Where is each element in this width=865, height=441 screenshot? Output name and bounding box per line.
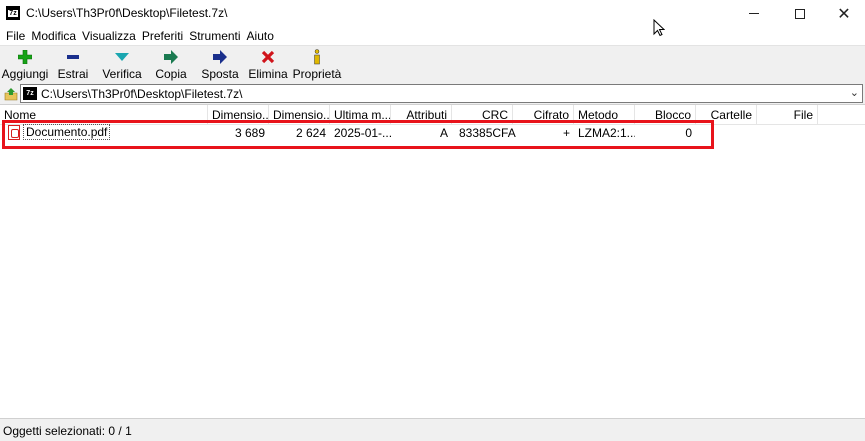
move-arrow-icon — [212, 48, 228, 66]
address-path: C:\Users\Th3Pr0f\Desktop\Filetest.7z\ — [41, 86, 243, 101]
mouse-cursor-icon — [653, 18, 666, 40]
status-text: Oggetti selezionati: 0 / 1 — [3, 424, 132, 438]
chevron-down-icon[interactable]: ⌄ — [850, 86, 859, 99]
menu-bar: File Modifica Visualizza Preferiti Strum… — [0, 27, 865, 45]
app-7zip-icon: 7z — [6, 6, 20, 20]
move-label: Sposta — [201, 67, 239, 81]
copy-arrow-icon — [163, 48, 179, 66]
properties-button[interactable]: Proprietà — [293, 48, 341, 82]
archive-7z-icon: 7z — [23, 87, 37, 100]
delete-x-icon — [261, 48, 275, 66]
extract-label: Estrai — [57, 67, 89, 81]
window-title: C:\Users\Th3Pr0f\Desktop\Filetest.7z\ — [26, 6, 228, 20]
minimize-button[interactable] — [731, 0, 777, 27]
move-button[interactable]: Sposta — [200, 48, 240, 82]
toolbar: Aggiungi Estrai Verifica Copia Sposta El… — [0, 45, 865, 83]
maximize-button[interactable] — [777, 0, 823, 27]
col-files[interactable]: File — [757, 105, 818, 125]
minimize-icon — [749, 13, 759, 14]
add-button[interactable]: Aggiungi — [2, 48, 48, 82]
plus-icon — [18, 48, 32, 66]
title-bar: 7z C:\Users\Th3Pr0f\Desktop\Filetest.7z\… — [0, 0, 865, 27]
status-bar: Oggetti selezionati: 0 / 1 — [0, 418, 865, 441]
menu-file[interactable]: File — [3, 29, 28, 43]
highlight-box — [2, 120, 714, 149]
address-input[interactable]: 7z C:\Users\Th3Pr0f\Desktop\Filetest.7z\… — [20, 84, 863, 103]
add-label: Aggiungi — [1, 67, 49, 81]
copy-button[interactable]: Copia — [154, 48, 188, 82]
extract-button[interactable]: Estrai — [57, 48, 89, 82]
copy-label: Copia — [155, 67, 187, 81]
menu-tools[interactable]: Strumenti — [186, 29, 243, 43]
menu-edit[interactable]: Modifica — [28, 29, 79, 43]
minus-icon — [66, 48, 80, 66]
menu-favorites[interactable]: Preferiti — [139, 29, 186, 43]
maximize-icon — [795, 8, 805, 19]
check-chevron-icon — [114, 48, 130, 66]
file-list: Nome Dimensio... Dimensio... Ultima m...… — [0, 105, 865, 418]
menu-view[interactable]: Visualizza — [79, 29, 139, 43]
test-label: Verifica — [102, 67, 142, 81]
delete-button[interactable]: Elimina — [248, 48, 288, 82]
info-icon — [312, 48, 322, 66]
test-button[interactable]: Verifica — [101, 48, 143, 82]
menu-help[interactable]: Aiuto — [244, 29, 277, 43]
close-button[interactable]: ✕ — [823, 0, 865, 27]
address-bar: 7z C:\Users\Th3Pr0f\Desktop\Filetest.7z\… — [0, 83, 865, 105]
folder-up-icon[interactable] — [4, 87, 18, 101]
delete-label: Elimina — [248, 67, 288, 81]
properties-label: Proprietà — [292, 67, 342, 81]
close-icon: ✕ — [837, 4, 851, 23]
